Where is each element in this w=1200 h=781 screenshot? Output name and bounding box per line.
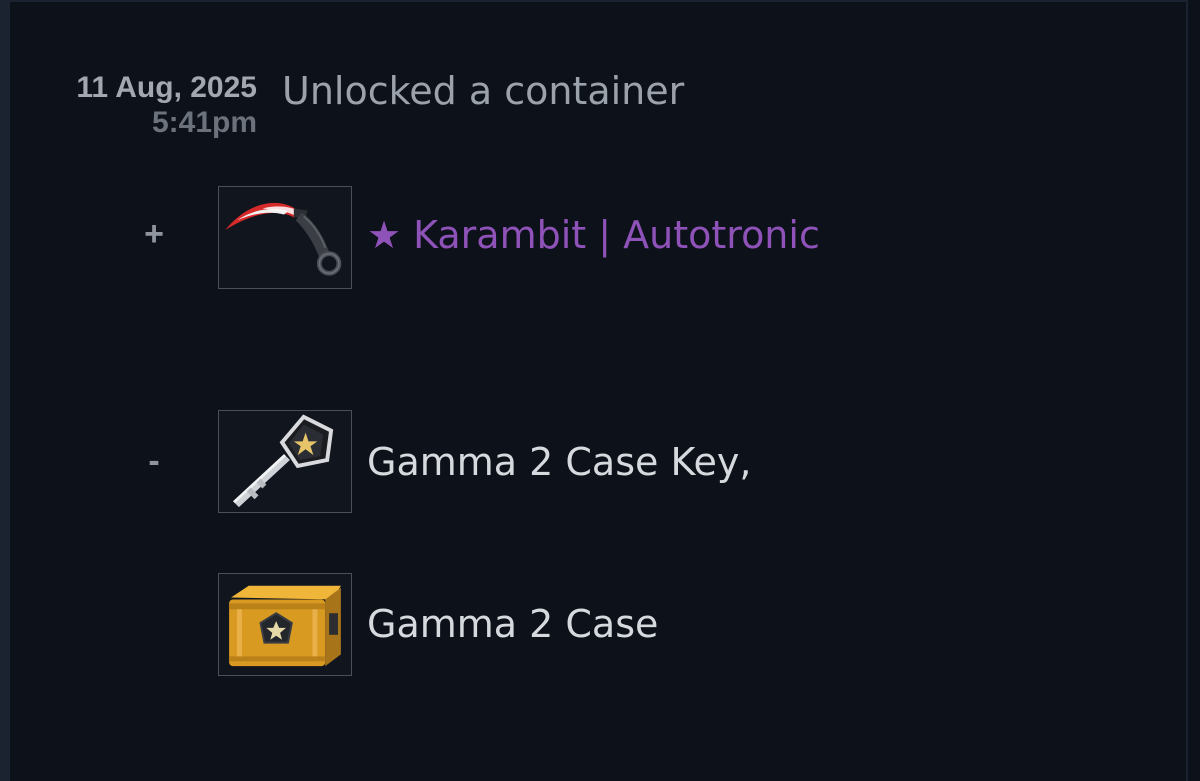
item-thumbnail-case-key[interactable] (218, 410, 352, 513)
item-thumbnail-karambit[interactable] (218, 186, 352, 289)
entry-description: Unlocked a container (282, 69, 685, 113)
gained-sign: + (144, 215, 164, 253)
weapon-case-icon (229, 585, 341, 667)
item-name-case-key[interactable]: Gamma 2 Case Key, (367, 439, 751, 485)
entry-time: 5:41pm (151, 106, 257, 139)
item-name-weapon-case[interactable]: Gamma 2 Case (367, 601, 658, 647)
lost-sign: - (148, 442, 160, 480)
entry-timestamp: 11 Aug, 2025 5:41pm (10, 70, 257, 140)
entry-date: 11 Aug, 2025 (76, 71, 257, 104)
item-thumbnail-weapon-case[interactable] (218, 573, 352, 676)
item-name-karambit[interactable]: ★ Karambit | Autotronic (367, 212, 820, 258)
inventory-history-panel: 11 Aug, 2025 5:41pm Unlocked a container… (0, 0, 1188, 781)
karambit-knife-icon (225, 202, 342, 276)
case-key-icon (233, 414, 334, 508)
